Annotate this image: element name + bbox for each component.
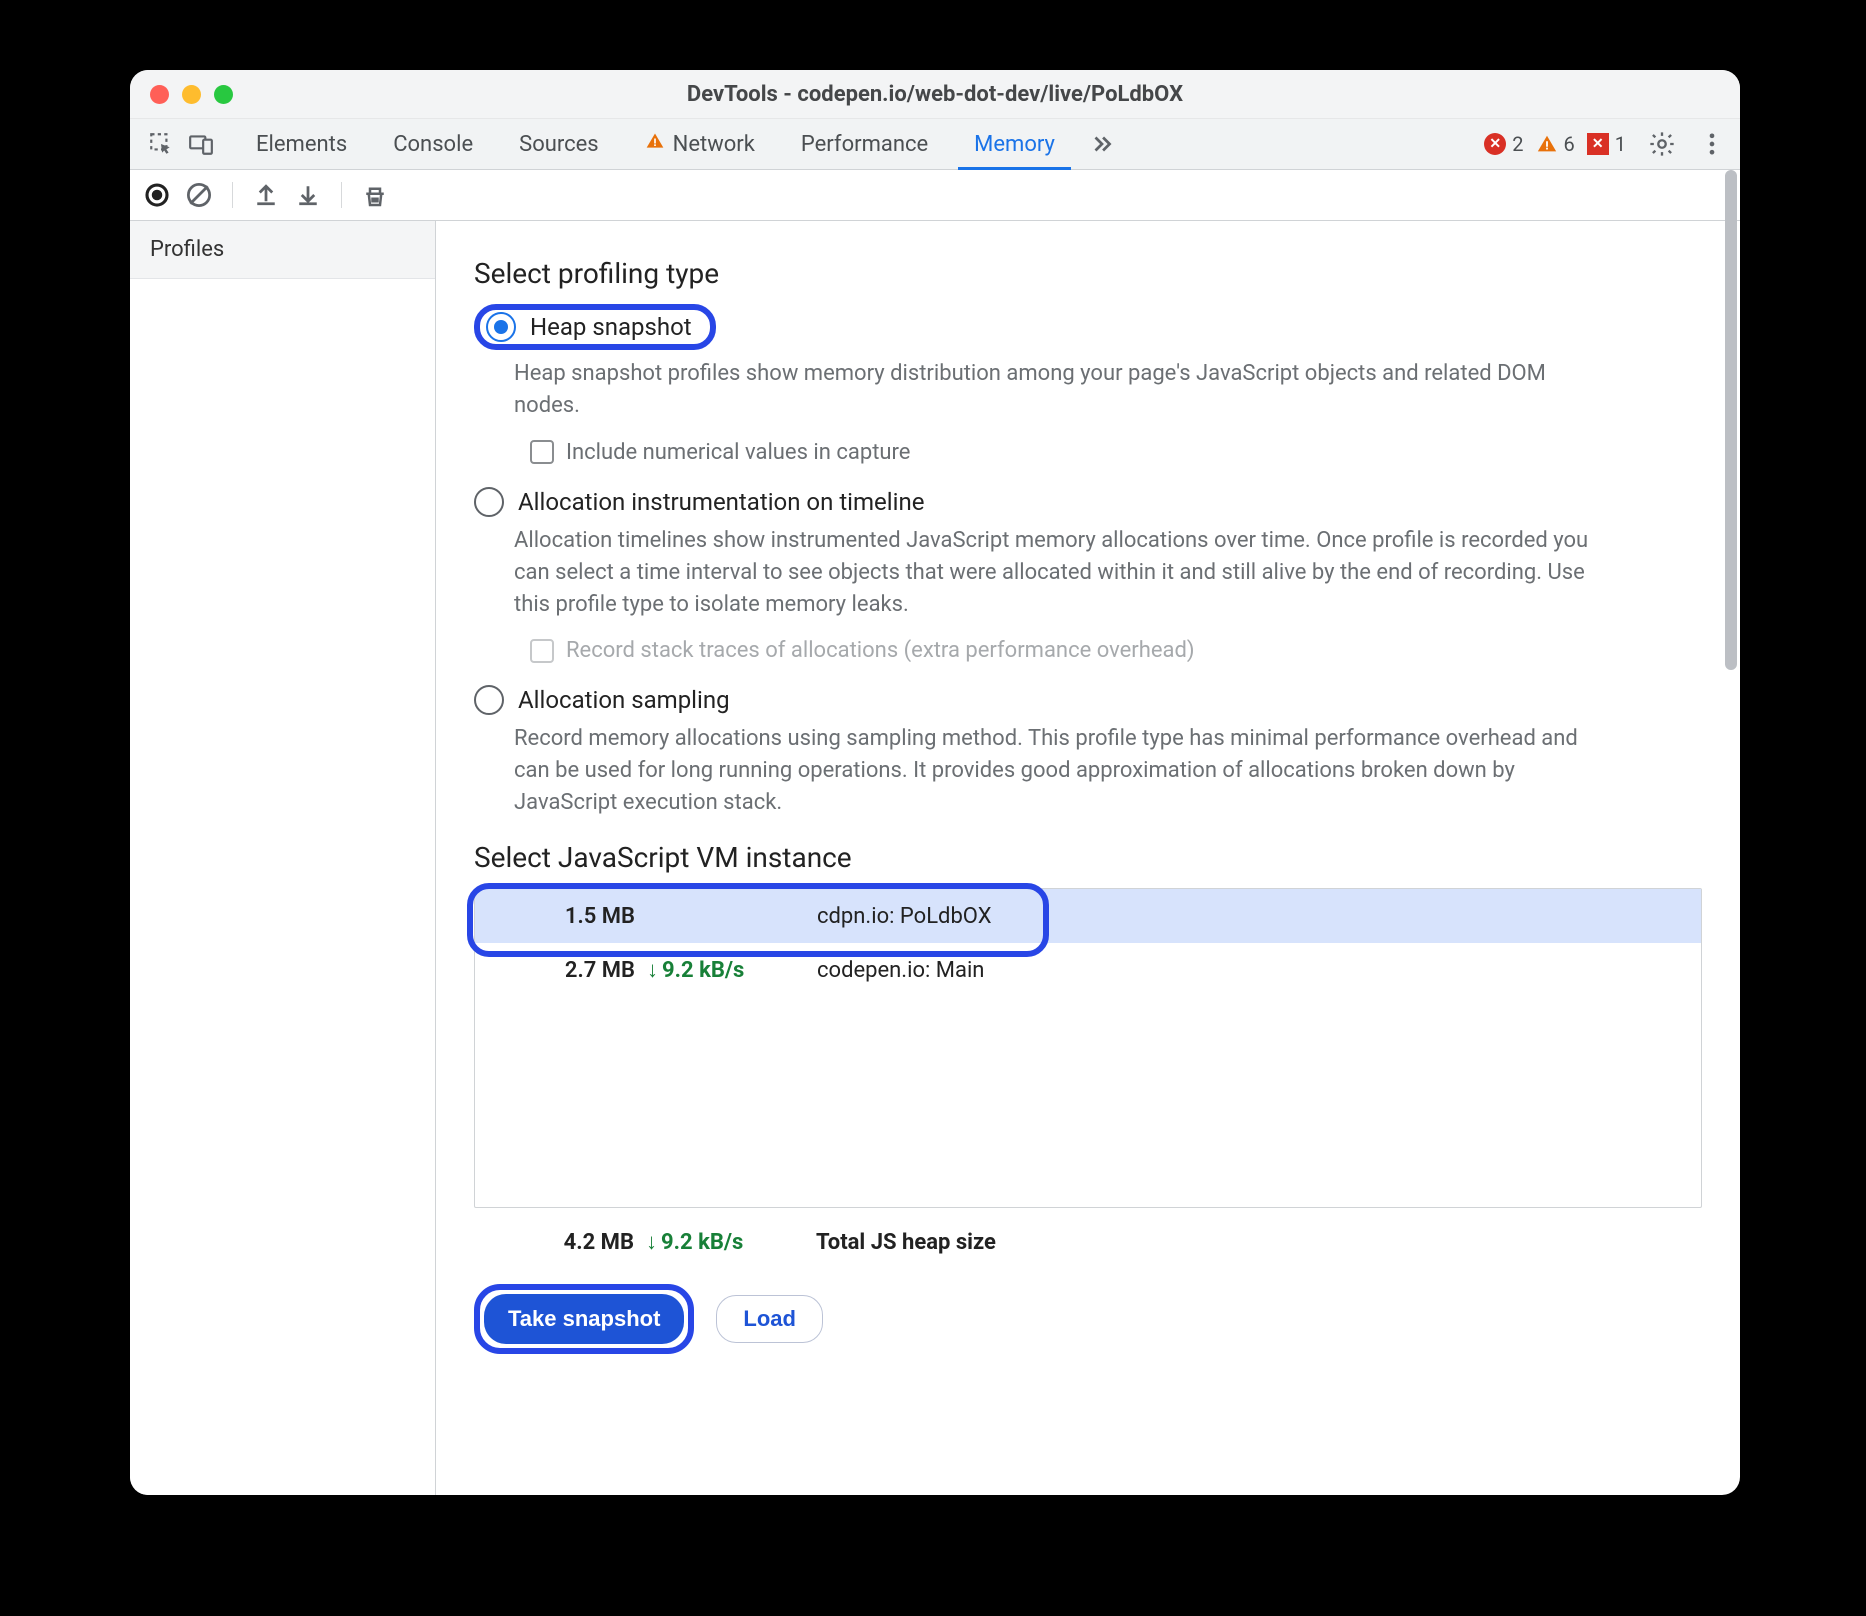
include-numerical-label: Include numerical values in capture xyxy=(566,440,910,465)
vm-totals-row: 4.2 MB ↓9.2 kB/s Total JS heap size xyxy=(474,1214,1702,1270)
tab-console[interactable]: Console xyxy=(371,119,495,169)
option-allocation-timeline: Allocation instrumentation on timeline A… xyxy=(474,487,1702,664)
memory-main: Select profiling type Heap snapshot Heap… xyxy=(436,221,1740,1495)
warning-icon xyxy=(645,131,665,157)
allocation-timeline-label: Allocation instrumentation on timeline xyxy=(518,488,924,516)
option-heap-snapshot: Heap snapshot Heap snapshot profiles sho… xyxy=(474,304,1702,465)
download-icon[interactable] xyxy=(293,180,323,210)
devtools-window: DevTools - codepen.io/web-dot-dev/live/P… xyxy=(130,70,1740,1495)
warning-counter[interactable]: 6 xyxy=(1536,132,1575,156)
vm-row[interactable]: 2.7 MB ↓9.2 kB/s codepen.io: Main xyxy=(475,943,1701,997)
record-stack-traces-label: Record stack traces of allocations (extr… xyxy=(566,638,1195,663)
tab-memory[interactable]: Memory xyxy=(952,119,1077,169)
take-snapshot-highlight: Take snapshot xyxy=(474,1284,694,1354)
arrow-down-icon: ↓ xyxy=(646,1229,657,1255)
panel-tabs: Elements Console Sources Network Perform… xyxy=(234,119,1125,169)
allocation-sampling-desc: Record memory allocations using sampling… xyxy=(514,723,1614,819)
garbage-collect-icon[interactable] xyxy=(360,180,390,210)
heap-snapshot-label: Heap snapshot xyxy=(530,313,692,341)
option-allocation-sampling: Allocation sampling Record memory alloca… xyxy=(474,685,1702,819)
record-icon[interactable] xyxy=(142,180,172,210)
upload-icon[interactable] xyxy=(251,180,281,210)
tab-performance[interactable]: Performance xyxy=(779,119,950,169)
take-snapshot-button[interactable]: Take snapshot xyxy=(484,1294,684,1344)
allocation-sampling-label: Allocation sampling xyxy=(518,686,730,714)
load-button[interactable]: Load xyxy=(716,1295,823,1343)
profiles-sidebar: Profiles xyxy=(130,221,436,1495)
warning-icon xyxy=(1536,133,1558,155)
action-row: Take snapshot Load xyxy=(474,1284,1702,1354)
inspect-element-icon[interactable] xyxy=(148,131,174,157)
heap-snapshot-desc: Heap snapshot profiles show memory distr… xyxy=(514,358,1614,422)
vm-instance-table: 1.5 MB cdpn.io: PoLdbOX 2.7 MB ↓9.2 kB/s… xyxy=(474,888,1702,1208)
settings-icon[interactable] xyxy=(1648,130,1676,158)
select-profiling-type-heading: Select profiling type xyxy=(474,257,1702,290)
device-toolbar-icon[interactable] xyxy=(188,131,214,157)
select-vm-instance-heading: Select JavaScript VM instance xyxy=(474,841,1702,874)
checkbox-record-stack-traces xyxy=(530,639,554,663)
error-counter[interactable]: ✕2 xyxy=(1484,132,1523,156)
window-title: DevTools - codepen.io/web-dot-dev/live/P… xyxy=(130,82,1740,107)
arrow-down-icon: ↓ xyxy=(647,957,658,983)
clear-icon[interactable] xyxy=(184,180,214,210)
radio-allocation-sampling[interactable] xyxy=(474,685,504,715)
memory-toolbar xyxy=(130,170,1740,221)
titlebar: DevTools - codepen.io/web-dot-dev/live/P… xyxy=(130,70,1740,119)
allocation-timeline-desc: Allocation timelines show instrumented J… xyxy=(514,525,1614,621)
devtools-tabbar: Elements Console Sources Network Perform… xyxy=(130,119,1740,170)
checkbox-include-numerical[interactable] xyxy=(530,440,554,464)
tab-elements[interactable]: Elements xyxy=(234,119,369,169)
tab-sources[interactable]: Sources xyxy=(497,119,621,169)
panel-body: Profiles Select profiling type Heap snap… xyxy=(130,170,1740,1495)
issues-counter[interactable]: ✕1 xyxy=(1587,132,1626,156)
more-options-icon[interactable] xyxy=(1698,130,1726,158)
more-tabs-button[interactable] xyxy=(1079,119,1125,169)
vm-row-selected[interactable]: 1.5 MB cdpn.io: PoLdbOX xyxy=(475,889,1701,943)
tab-network[interactable]: Network xyxy=(623,119,777,169)
status-counters: ✕2 6 ✕1 xyxy=(1484,119,1732,169)
radio-allocation-timeline[interactable] xyxy=(474,487,504,517)
radio-heap-snapshot[interactable] xyxy=(486,312,516,342)
sidebar-item-profiles[interactable]: Profiles xyxy=(130,221,435,279)
heap-snapshot-highlight: Heap snapshot xyxy=(474,304,716,350)
